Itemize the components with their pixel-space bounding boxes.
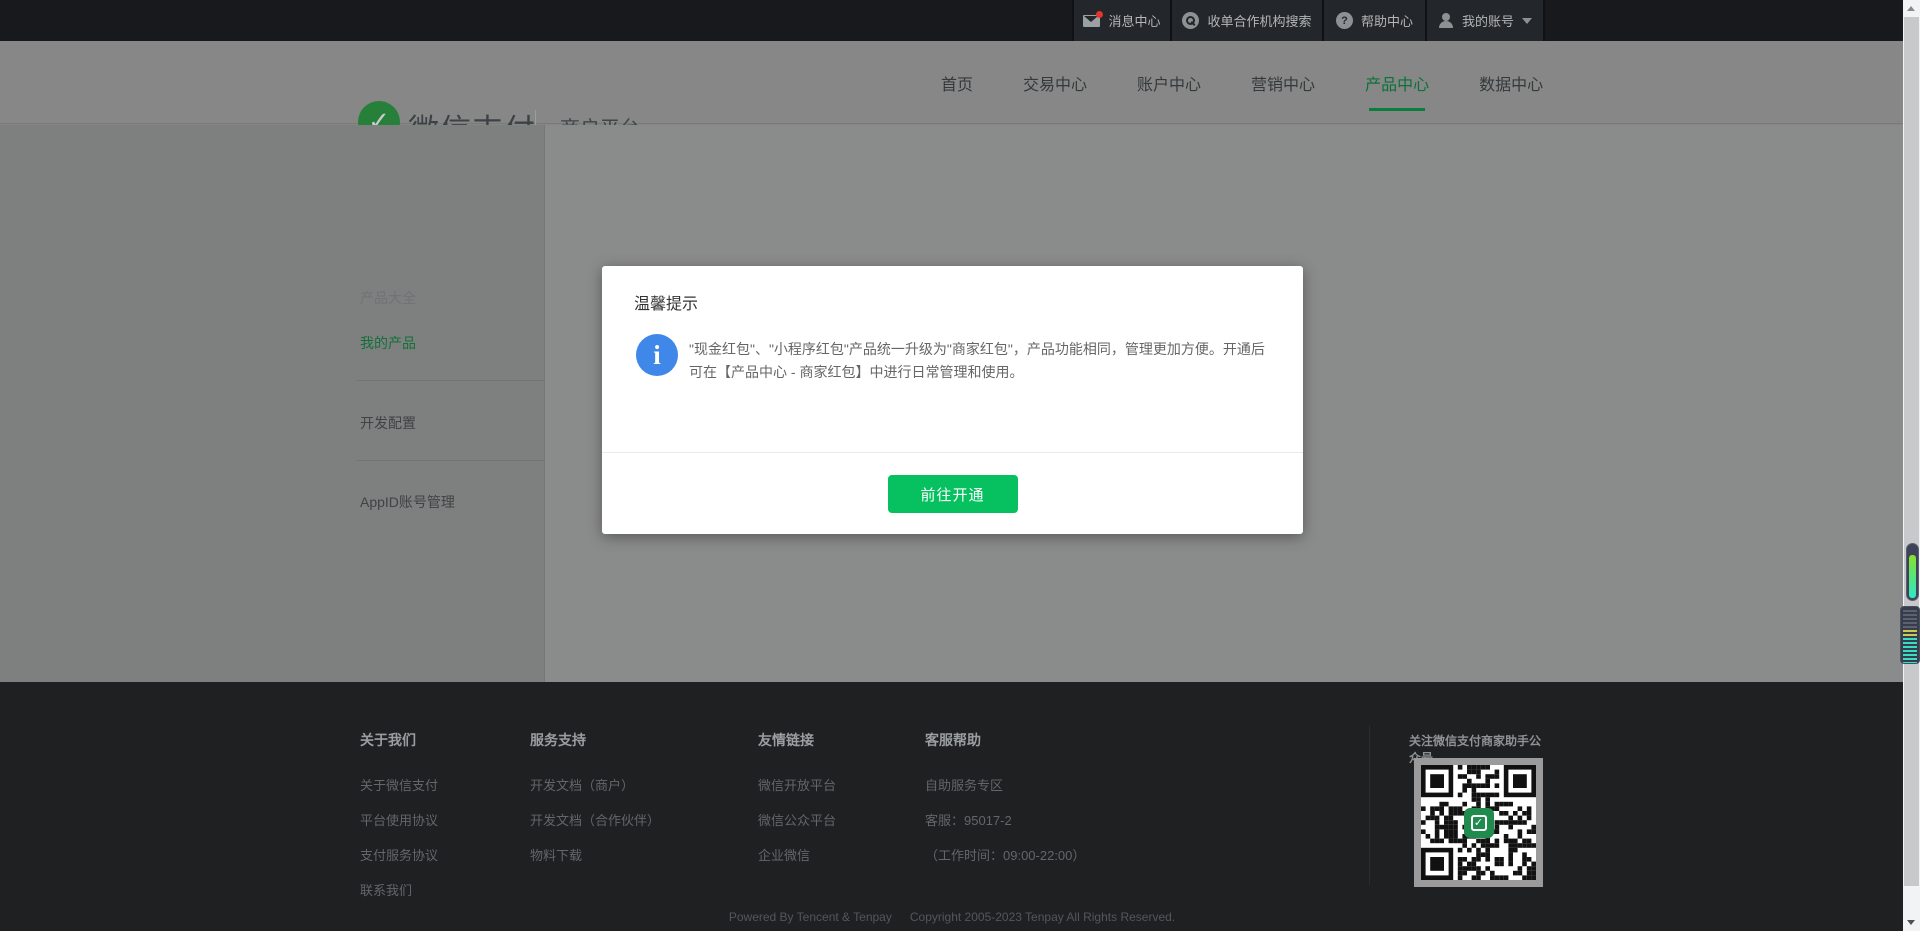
acquiring-search-item[interactable]: 收单合作机构搜索 [1170, 0, 1322, 41]
qr-code: ✓ [1414, 758, 1543, 887]
footer-link[interactable]: 平台使用协议 [360, 810, 438, 829]
nav-marketing-center[interactable]: 营销中心 [1251, 41, 1315, 124]
sidebar-divider [356, 380, 545, 381]
sidebar-item-my-products[interactable]: 我的产品 [360, 333, 416, 353]
footer-link[interactable]: 微信公众平台 [758, 810, 836, 829]
footer-hotline: 客服：95017-2 [925, 810, 1085, 829]
scroll-marker-stripes [1900, 606, 1920, 664]
footer-col-about: 关于我们 关于微信支付 平台使用协议 支付服务协议 联系我们 [360, 730, 438, 915]
footer: 关于我们 关于微信支付 平台使用协议 支付服务协议 联系我们 服务支持 开发文档… [0, 682, 1920, 931]
sidebar: 产品大全 我的产品 开发配置 AppID账号管理 [0, 125, 545, 682]
scroll-down-arrow-icon[interactable] [1907, 920, 1915, 925]
message-center-item[interactable]: 消息中心 [1072, 0, 1170, 41]
sidebar-divider [356, 460, 545, 461]
scrollbar[interactable] [1903, 0, 1920, 931]
dialog-divider [602, 452, 1303, 453]
mail-icon [1083, 15, 1100, 27]
scroll-up-arrow-icon[interactable] [1907, 6, 1915, 11]
main-nav: 首页 交易中心 账户中心 营销中心 产品中心 数据中心 [941, 41, 1543, 124]
my-account-label: 我的账号 [1462, 11, 1514, 30]
help-center-item[interactable]: ? 帮助中心 [1322, 0, 1425, 41]
chevron-down-icon [1522, 18, 1532, 24]
footer-link[interactable]: 物料下载 [530, 845, 660, 864]
footer-col-title: 关于我们 [360, 730, 438, 750]
message-center-label: 消息中心 [1108, 11, 1160, 30]
go-activate-button[interactable]: 前往开通 [888, 475, 1018, 513]
footer-link[interactable]: 自助服务专区 [925, 775, 1085, 794]
page: 消息中心 收单合作机构搜索 ? 帮助中心 我的账号 ✓ 微信支付 商户平台 首页… [0, 0, 1920, 931]
help-center-label: 帮助中心 [1361, 11, 1413, 30]
copyright-powered-by: Powered By Tencent & Tenpay [729, 910, 892, 924]
notice-dialog: 温馨提示 i "现金红包"、"小程序红包"产品统一升级为"商家红包"，产品功能相… [602, 266, 1303, 534]
nav-home[interactable]: 首页 [941, 41, 973, 124]
search-icon [1182, 12, 1199, 29]
footer-col-title: 友情链接 [758, 730, 836, 750]
footer-link[interactable]: 支付服务协议 [360, 845, 438, 864]
help-icon: ? [1336, 12, 1353, 29]
footer-col-friend-links: 友情链接 微信开放平台 微信公众平台 企业微信 [758, 730, 836, 880]
footer-link[interactable]: 关于微信支付 [360, 775, 438, 794]
scrollbar-thumb[interactable] [1904, 17, 1919, 886]
footer-link[interactable]: 企业微信 [758, 845, 836, 864]
footer-link[interactable]: 微信开放平台 [758, 775, 836, 794]
acquiring-search-label: 收单合作机构搜索 [1207, 11, 1311, 30]
qr-center-logo-icon: ✓ [1464, 808, 1494, 838]
user-icon [1438, 13, 1454, 28]
copyright-rights: Copyright 2005-2023 Tenpay All Rights Re… [910, 910, 1175, 924]
nav-account-center[interactable]: 账户中心 [1137, 41, 1201, 124]
footer-col-title: 服务支持 [530, 730, 660, 750]
dialog-message: "现金红包"、"小程序红包"产品统一升级为"商家红包"，产品功能相同，管理更加方… [689, 338, 1277, 384]
topbar: 消息中心 收单合作机构搜索 ? 帮助中心 我的账号 [0, 0, 1920, 41]
footer-work-hours: （工作时间：09:00-22:00） [925, 845, 1085, 864]
footer-link[interactable]: 开发文档（商户） [530, 775, 660, 794]
nav-transaction-center[interactable]: 交易中心 [1023, 41, 1087, 124]
scroll-marker-gradient [1906, 543, 1919, 601]
nav-product-center[interactable]: 产品中心 [1365, 41, 1429, 124]
footer-link[interactable]: 开发文档（合作伙伴） [530, 810, 660, 829]
footer-col-service: 服务支持 开发文档（商户） 开发文档（合作伙伴） 物料下载 [530, 730, 660, 880]
footer-col-title: 客服帮助 [925, 730, 1085, 750]
footer-vertical-divider [1369, 725, 1370, 885]
sidebar-item-dev-config[interactable]: 开发配置 [360, 413, 416, 433]
sidebar-item-product-catalog[interactable]: 产品大全 [360, 288, 416, 308]
info-icon: i [636, 334, 678, 376]
notification-dot [1096, 11, 1103, 18]
my-account-item[interactable]: 我的账号 [1425, 0, 1545, 41]
qr-pattern: ✓ [1421, 765, 1536, 880]
nav-data-center[interactable]: 数据中心 [1479, 41, 1543, 124]
dialog-title: 温馨提示 [634, 290, 698, 314]
topbar-menu: 消息中心 收单合作机构搜索 ? 帮助中心 我的账号 [1072, 0, 1545, 41]
copyright: Powered By Tencent & Tenpay Copyright 200… [0, 910, 1904, 924]
sidebar-item-appid-management[interactable]: AppID账号管理 [360, 492, 455, 512]
footer-link[interactable]: 联系我们 [360, 880, 438, 899]
footer-col-customer-help: 客服帮助 自助服务专区 客服：95017-2 （工作时间：09:00-22:00… [925, 730, 1085, 880]
header: ✓ 微信支付 商户平台 首页 交易中心 账户中心 营销中心 产品中心 数据中心 [0, 41, 1920, 124]
